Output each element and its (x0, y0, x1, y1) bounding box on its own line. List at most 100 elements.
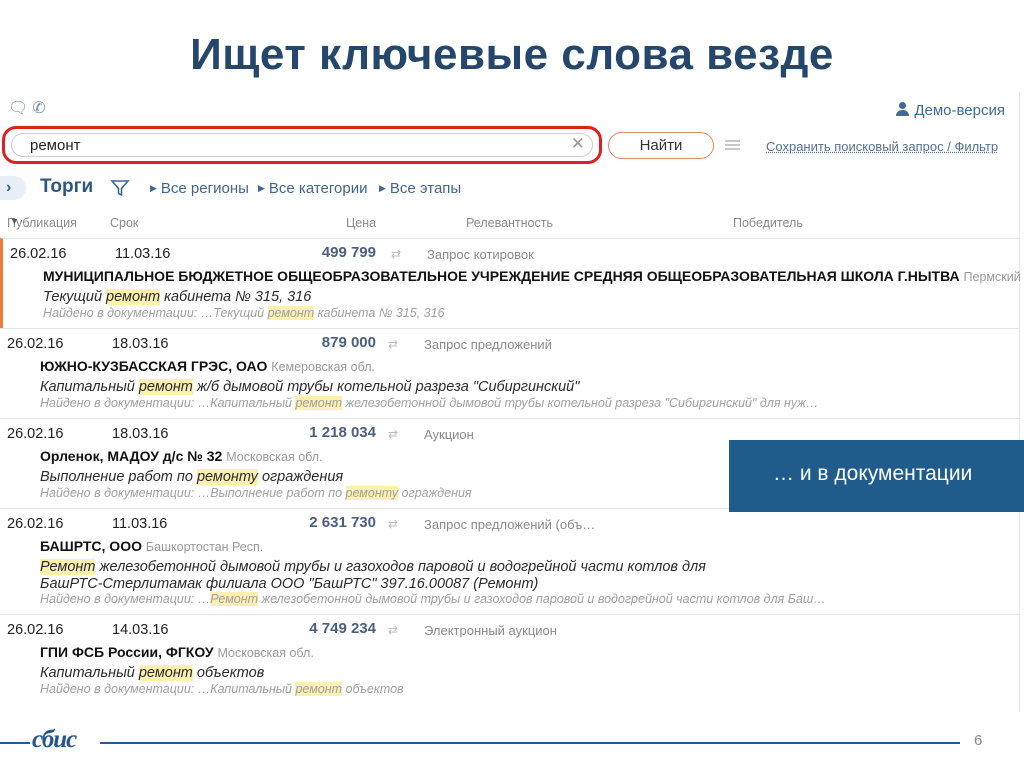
find-button[interactable]: Найти (608, 132, 714, 159)
tender-description[interactable]: Капитальный ремонт объектов (40, 665, 760, 682)
keyword-highlight: ремонту (345, 486, 399, 500)
region: Московская обл. (226, 450, 323, 464)
result-row[interactable]: 26.02.16 11.03.16 2 631 730 ⇄ Запрос предлож… (0, 508, 1020, 614)
tender-description[interactable]: Ремонт железобетонной дымовой трубы и га… (40, 559, 760, 593)
user-icon (896, 102, 910, 116)
organization[interactable]: ЮЖНО-КУЗБАССКАЯ ГРЭС, ОАО Кемеровская об… (40, 358, 375, 374)
tenders-app: 🗨︎✆ Демо-версия ✕ Найти Сохранить поиско… (0, 92, 1024, 712)
description-text: объектов (192, 665, 265, 681)
search-highlight-frame: ✕ (2, 126, 602, 164)
organization[interactable]: МУНИЦИПАЛЬНОЕ БЮДЖЕТНОЕ ОБЩЕОБРАЗОВАТЕЛЬ… (43, 268, 1024, 284)
publication-date: 26.02.16 (7, 622, 64, 638)
slide-title: Ищет ключевые слова везде (190, 30, 834, 79)
search-input[interactable] (11, 133, 593, 157)
description-text: кабинета № 315, 316 (160, 289, 312, 305)
due-date: 11.03.16 (112, 516, 168, 532)
regions-filter[interactable]: ▶ Все регионы (150, 180, 249, 197)
region: Башкортостан Респ. (145, 540, 264, 554)
found-prefix: Найдено в документации: … (40, 486, 211, 500)
found-prefix: Найдено в документации: … (40, 682, 211, 696)
procedure-type: Электронный аукцион (424, 623, 557, 638)
transfer-arrows-icon: ⇄ (388, 337, 399, 351)
description-text: ограждения (257, 469, 344, 485)
categories-filter[interactable]: ▶ Все категории (258, 180, 367, 197)
due-date: 18.03.16 (112, 336, 169, 352)
triangle-right-icon: ▶ (150, 183, 157, 193)
region: Пермский … (963, 270, 1024, 284)
transfer-arrows-icon: ⇄ (388, 427, 399, 441)
triangle-right-icon: ▶ (258, 183, 265, 193)
tender-description[interactable]: Выполнение работ по ремонту ограждения (40, 469, 760, 486)
region: Кемеровская обл. (271, 360, 375, 374)
keyword-highlight: ремонту (196, 469, 258, 485)
column-due[interactable]: Срок (110, 216, 138, 230)
found-in-docs: Найдено в документации: …Капитальный рем… (40, 396, 818, 410)
organization-name: МУНИЦИПАЛЬНОЕ БЮДЖЕТНОЕ ОБЩЕОБРАЗОВАТЕЛЬ… (43, 268, 960, 284)
result-row[interactable]: 26.02.16 14.03.16 4 749 234 ⇄ Электронный ау… (0, 614, 1020, 704)
publication-date: 26.02.16 (7, 516, 64, 532)
save-query-link[interactable]: Сохранить поисковый запрос / Фильтр (766, 139, 998, 154)
keyword-highlight: ремонт (295, 682, 343, 696)
footer-divider-left (0, 742, 30, 744)
organization[interactable]: Орленок, МАДОУ д/с № 32 Московская обл. (40, 448, 323, 464)
found-text: железобетонной дымовой трубы и газоходов… (258, 592, 826, 606)
found-text: ограждения (398, 486, 472, 500)
price: 4 749 234 (309, 620, 376, 637)
column-relevance[interactable]: Релевантность (466, 216, 553, 230)
tender-description[interactable]: Текущий ремонт кабинета № 315, 316 (43, 289, 763, 306)
found-text: Текущий (213, 306, 268, 320)
region: Московская обл. (217, 646, 314, 660)
transfer-arrows-icon: ⇄ (388, 517, 399, 531)
price: 2 631 730 (309, 514, 376, 531)
transfer-arrows-icon: ⇄ (391, 247, 402, 261)
procedure-type: Запрос предложений (объ… (424, 517, 596, 532)
page-number: 6 (974, 732, 983, 749)
description-text: железобетонной дымовой трубы и газоходов… (40, 559, 706, 592)
chat-icon[interactable]: 🗨︎ (8, 100, 28, 117)
transfer-arrows-icon: ⇄ (388, 623, 399, 637)
phone-icon[interactable]: ✆ (32, 100, 45, 117)
user-menu[interactable]: Демо-версия (896, 102, 1005, 119)
clear-icon[interactable]: ✕ (571, 134, 585, 154)
keyword-highlight: ремонт (295, 396, 343, 410)
top-icons: 🗨︎ ✆ (8, 98, 50, 118)
toolbar: › Торги ▶ Все регионы ▶ Все категории ▶ Все… (0, 174, 1000, 202)
column-headers: Публикация ▼ Срок Цена Релевантность Побе… (7, 216, 803, 230)
found-prefix: Найдено в документации: … (43, 306, 214, 320)
callout-banner: … и в документации (729, 440, 1024, 512)
found-in-docs: Найдено в документации: …Выполнение рабо… (40, 486, 472, 500)
found-in-docs: Найдено в документации: …Текущий ремонт … (43, 306, 445, 320)
price: 879 000 (321, 334, 376, 351)
description-text: ж/б дымовой трубы котельной разреза "Сиб… (192, 379, 580, 395)
description-text: Капитальный (40, 665, 139, 681)
filter-icon[interactable] (110, 178, 130, 198)
found-text: Капитальный (210, 682, 296, 696)
result-row[interactable]: 26.02.16 18.03.16 879 000 ⇄ Запрос предложен… (0, 328, 1020, 418)
menu-lines-icon[interactable] (725, 140, 740, 150)
description-text: Выполнение работ по (40, 469, 197, 485)
triangle-right-icon: ▶ (379, 183, 386, 193)
procedure-type: Аукцион (424, 427, 474, 442)
organization[interactable]: ГПИ ФСБ России, ФГКОУ Московская обл. (40, 644, 314, 660)
stages-filter[interactable]: ▶ Все этапы (379, 180, 461, 197)
organization-name: ГПИ ФСБ России, ФГКОУ (40, 644, 214, 660)
column-winner[interactable]: Победитель (733, 216, 803, 230)
keyword-highlight: ремонт (138, 379, 193, 395)
chevron-right-icon[interactable]: › (0, 176, 26, 200)
column-price[interactable]: Цена (346, 216, 376, 230)
description-text: Текущий (43, 289, 107, 305)
keyword-highlight: ремонт (267, 306, 315, 320)
section-title: Торги (40, 176, 94, 197)
result-row[interactable]: 26.02.16 11.03.16 499 799 ⇄ Запрос котировок… (0, 238, 1024, 328)
found-in-docs: Найдено в документации: …Ремонт железобе… (40, 592, 826, 606)
due-date: 18.03.16 (112, 426, 169, 442)
found-text: кабинета № 315, 316 (314, 306, 445, 320)
sbis-logo: сбис (32, 726, 77, 753)
organization-name: Орленок, МАДОУ д/с № 32 (40, 448, 223, 464)
tender-description[interactable]: Капитальный ремонт ж/б дымовой трубы кот… (40, 379, 760, 396)
organization[interactable]: БАШРТС, ООО Башкортостан Респ. (40, 538, 263, 554)
user-label: Демо-версия (914, 102, 1005, 119)
publication-date: 26.02.16 (10, 246, 67, 262)
due-date: 11.03.16 (115, 246, 171, 262)
found-text: железобетонной дымовой трубы котельной р… (342, 396, 819, 410)
